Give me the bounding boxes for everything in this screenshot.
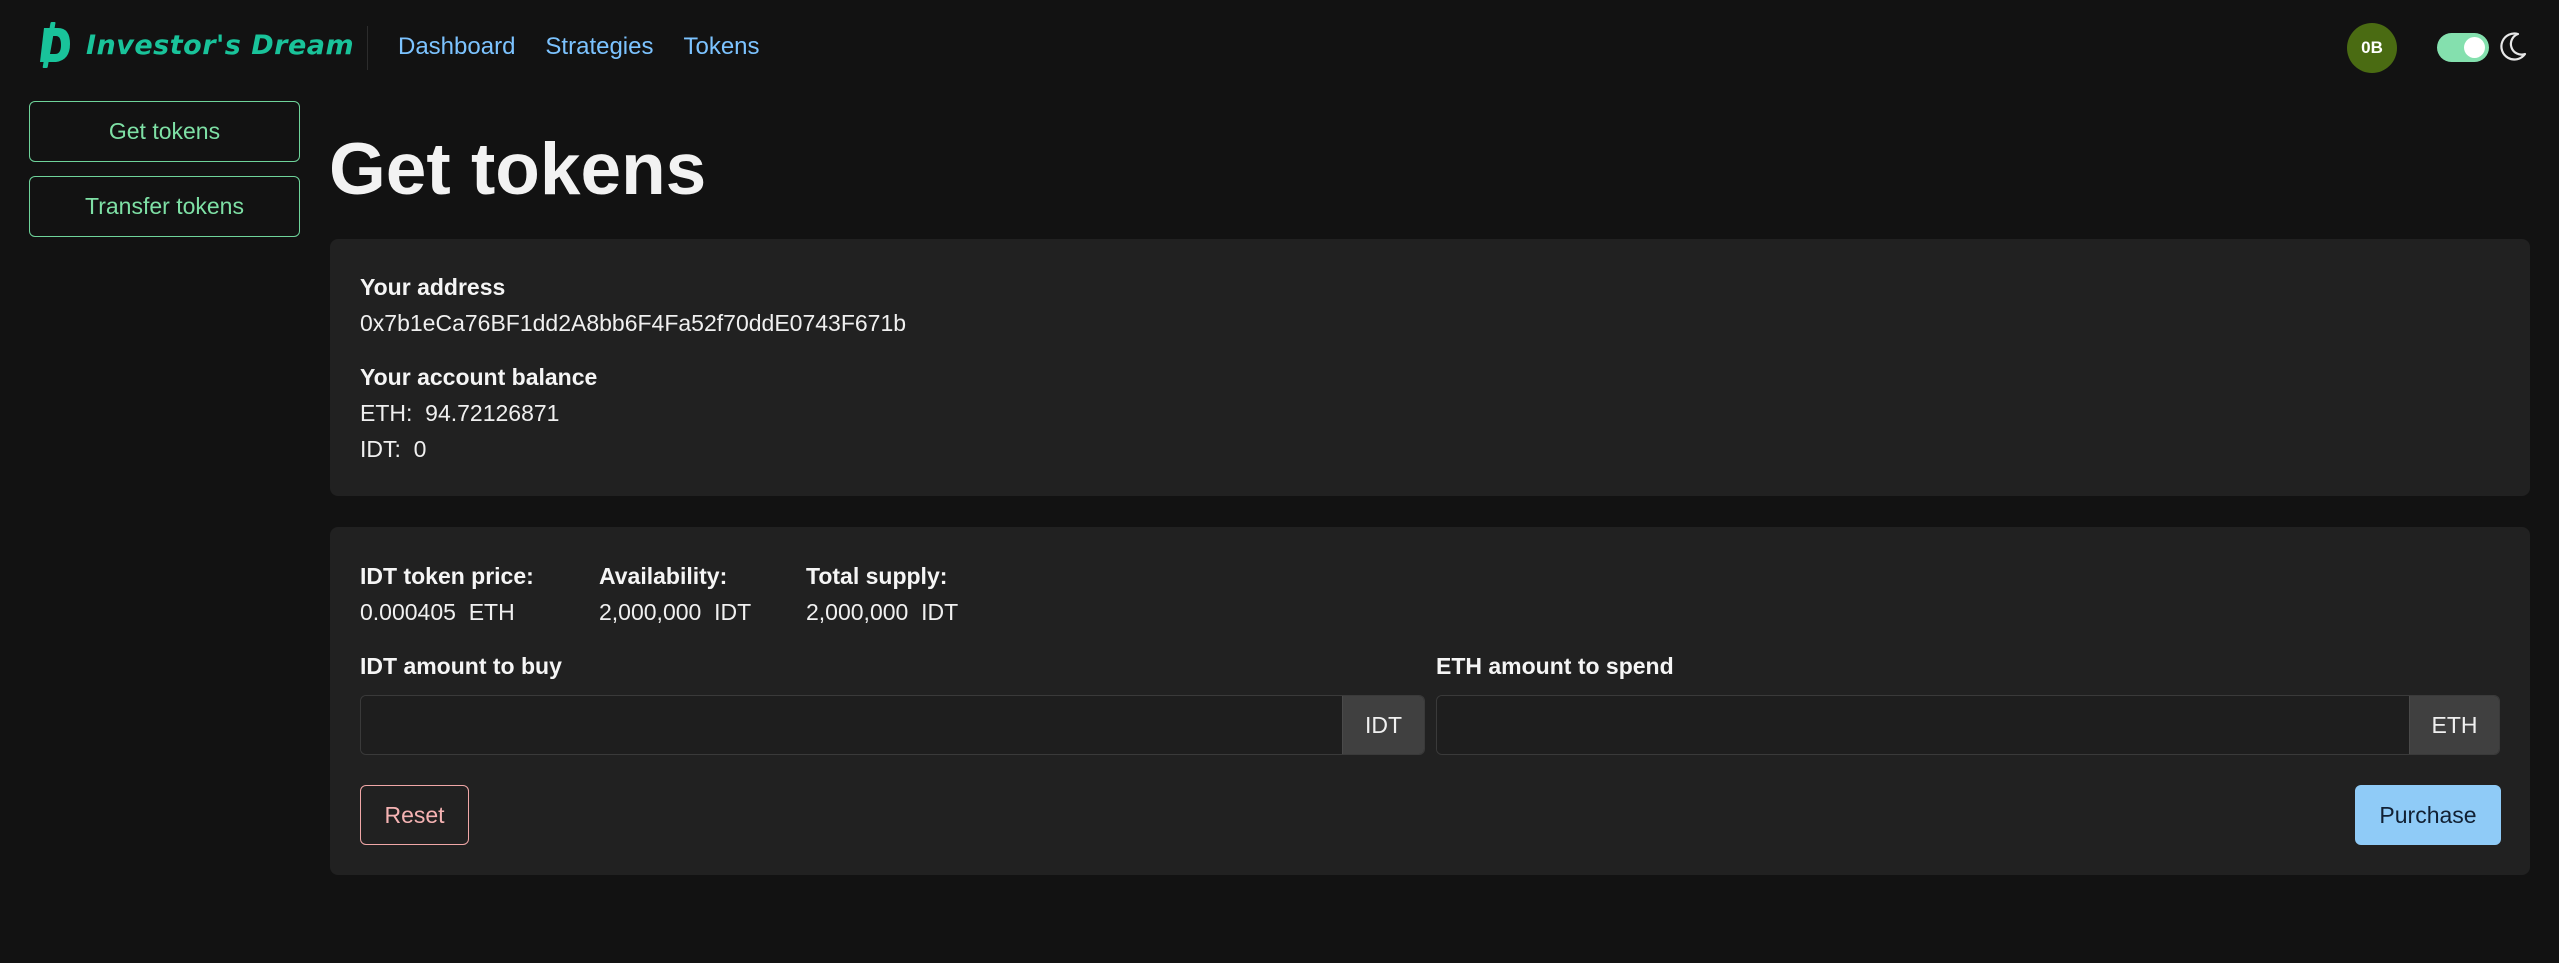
nav-link-tokens[interactable]: Tokens xyxy=(683,33,759,61)
purchase-button[interactable]: Purchase xyxy=(2355,785,2501,845)
main-nav: Dashboard Strategies Tokens xyxy=(398,33,760,61)
sidebar-item-transfer-tokens[interactable]: Transfer tokens xyxy=(29,176,300,237)
nav-link-dashboard[interactable]: Dashboard xyxy=(398,33,515,61)
account-card xyxy=(330,239,2530,496)
availability-label: Availability: xyxy=(599,563,728,589)
idt-unit-addon: IDT xyxy=(1342,696,1424,754)
idt-balance: IDT: 0 xyxy=(360,436,427,462)
theme-toggle[interactable] xyxy=(2437,33,2489,62)
eth-amount-input[interactable] xyxy=(1437,696,2409,754)
page-title: Get tokens xyxy=(329,129,707,210)
nav-link-strategies[interactable]: Strategies xyxy=(545,33,653,61)
total-supply-label: Total supply: xyxy=(806,563,948,589)
wallet-address: 0x7b1eCa76BF1dd2A8bb6F4Fa52f70ddE0743F67… xyxy=(360,310,907,336)
token-price-label: IDT token price: xyxy=(360,563,534,589)
user-avatar[interactable]: 0B xyxy=(2347,23,2397,73)
toggle-knob xyxy=(2464,37,2485,58)
sidebar-item-get-tokens[interactable]: Get tokens xyxy=(29,101,300,162)
header-divider xyxy=(367,26,368,70)
idt-amount-input[interactable] xyxy=(361,696,1342,754)
app-logo[interactable]: Investor's Dream xyxy=(34,20,354,70)
moon-icon xyxy=(2500,32,2527,61)
app-name: Investor's Dream xyxy=(86,29,355,61)
total-supply-value: 2,000,000 IDT xyxy=(806,599,959,625)
availability-value: 2,000,000 IDT xyxy=(599,599,752,625)
eth-balance: ETH: 94.72126871 xyxy=(360,400,560,426)
idt-amount-group: IDT xyxy=(360,695,1425,755)
reset-button[interactable]: Reset xyxy=(360,785,469,845)
idt-amount-label: IDT amount to buy xyxy=(360,653,562,679)
top-header: Investor's Dream Dashboard Strategies To… xyxy=(0,0,2559,96)
address-label: Your address xyxy=(360,274,506,300)
eth-amount-label: ETH amount to spend xyxy=(1436,653,1674,679)
balance-label: Your account balance xyxy=(360,364,598,390)
eth-amount-group: ETH xyxy=(1436,695,2500,755)
eth-unit-addon: ETH xyxy=(2409,696,2499,754)
token-price-value: 0.000405 ETH xyxy=(360,599,515,625)
logo-icon xyxy=(40,22,70,68)
